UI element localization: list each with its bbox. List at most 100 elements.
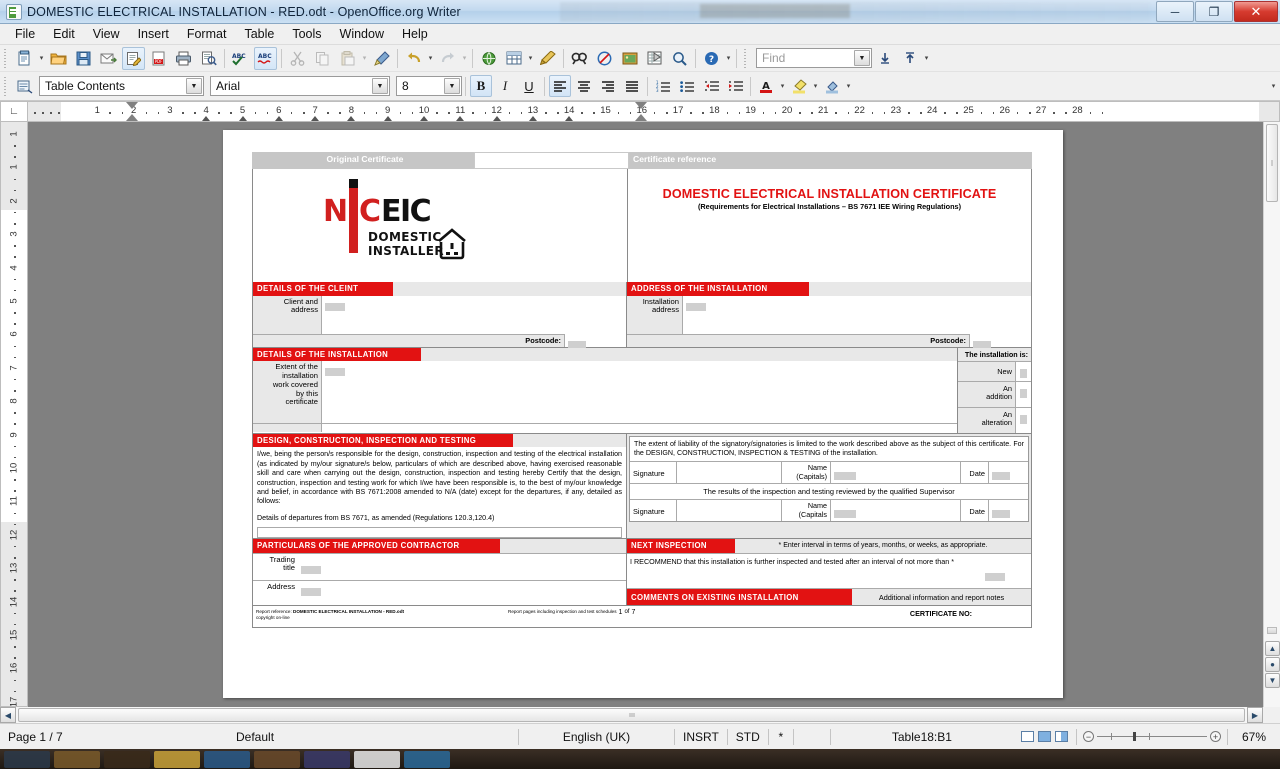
undo-dropdown-caret[interactable]: ▾ (426, 47, 435, 70)
status-page-style[interactable]: Default (228, 728, 518, 746)
menu-table[interactable]: Table (235, 25, 283, 43)
paragraph-style-caret[interactable]: ▼ (186, 78, 202, 94)
book-view-icon[interactable] (1055, 731, 1068, 742)
status-selection-mode[interactable]: STD (728, 728, 768, 746)
new-document-dropdown-caret[interactable]: ▾ (37, 47, 46, 70)
data-sources-icon[interactable] (643, 47, 666, 70)
bold-button[interactable]: B (470, 75, 492, 97)
date-input-1[interactable] (988, 462, 1028, 484)
autospellcheck-icon[interactable]: ABC (254, 46, 277, 70)
font-color-button[interactable]: A (755, 75, 777, 97)
find-previous-icon[interactable] (873, 47, 896, 70)
spelling-icon[interactable]: ABC (229, 47, 252, 70)
open-document-icon[interactable] (47, 47, 70, 70)
find-input[interactable]: Find ▼ (756, 48, 872, 68)
installation-type-option-alteration[interactable]: An alteration (958, 406, 1031, 433)
date-input-2[interactable] (988, 500, 1028, 522)
right-indent-marker[interactable] (635, 114, 647, 121)
ruler-tab-stop[interactable] (347, 116, 356, 121)
horizontal-scroll-thumb[interactable] (18, 708, 1245, 722)
design-departures-input[interactable] (257, 526, 622, 538)
previous-page-button[interactable]: ▲ (1265, 641, 1280, 656)
left-indent-marker[interactable] (126, 114, 138, 121)
cut-icon[interactable] (286, 47, 309, 70)
nonprinting-chars-icon[interactable] (593, 47, 616, 70)
print-icon[interactable] (172, 47, 195, 70)
decrease-indent-button[interactable] (700, 75, 722, 97)
formatting-toolbar-grip[interactable] (2, 76, 9, 96)
ruler-tab-stop[interactable] (274, 116, 283, 121)
next-inspection-interval-input[interactable] (627, 566, 1031, 588)
option-new-checkbox[interactable] (1015, 361, 1031, 381)
zoom-handle[interactable] (1133, 732, 1136, 741)
insert-table-icon[interactable] (502, 47, 525, 70)
paste-dropdown-caret[interactable]: ▾ (360, 47, 369, 70)
find-replace-icon[interactable] (568, 47, 591, 70)
formatting-overflow-caret[interactable]: ▾ (1269, 75, 1278, 98)
minimize-button[interactable]: ─ (1156, 1, 1194, 22)
status-signature[interactable] (794, 728, 830, 746)
zoom-magnifier-icon[interactable] (668, 47, 691, 70)
zoom-slider[interactable]: − + (1077, 731, 1227, 742)
signature-input-1[interactable] (676, 462, 782, 484)
ruler-tab-stop[interactable] (492, 116, 501, 121)
scroll-left-button[interactable]: ◀ (0, 707, 16, 723)
status-modified-flag[interactable]: * (769, 728, 793, 746)
background-color-caret[interactable]: ▾ (844, 75, 853, 98)
find-next-icon[interactable] (898, 47, 921, 70)
find-toolbar-overflow-caret[interactable]: ▾ (922, 47, 931, 70)
name-input-1[interactable] (830, 462, 960, 484)
option-alteration-checkbox[interactable] (1015, 407, 1031, 433)
status-insert-mode[interactable]: INSRT (675, 728, 727, 746)
paragraph-style-combo[interactable]: Table Contents ▼ (39, 76, 204, 96)
print-preview-icon[interactable] (197, 47, 220, 70)
edit-file-icon[interactable] (122, 46, 145, 70)
increase-indent-button[interactable] (724, 75, 746, 97)
installation-extent-input[interactable] (321, 361, 957, 424)
font-name-caret[interactable]: ▼ (372, 78, 388, 94)
client-postcode-input[interactable] (564, 334, 626, 349)
installation-postcode-input[interactable] (969, 334, 1031, 349)
copy-icon[interactable] (311, 47, 334, 70)
undo-icon[interactable] (402, 47, 425, 70)
menu-window[interactable]: Window (331, 25, 393, 43)
justify-button[interactable] (621, 75, 643, 97)
new-document-icon[interactable] (13, 47, 36, 70)
hyperlink-icon[interactable] (477, 47, 500, 70)
insert-table-dropdown-caret[interactable]: ▾ (526, 47, 535, 70)
toolbar-overflow-caret[interactable]: ▾ (724, 47, 733, 70)
horizontal-scroll-track[interactable] (16, 707, 1247, 723)
redo-dropdown-caret[interactable]: ▾ (460, 47, 469, 70)
zoom-out-button[interactable]: − (1083, 731, 1094, 742)
single-page-view-icon[interactable] (1021, 731, 1034, 742)
font-size-combo[interactable]: 8 ▼ (396, 76, 462, 96)
status-zoom-level[interactable]: 67% (1228, 728, 1280, 746)
option-addition-checkbox[interactable] (1015, 381, 1031, 407)
menu-tools[interactable]: Tools (283, 25, 330, 43)
font-name-combo[interactable]: Arial ▼ (210, 76, 390, 96)
ruler-tab-stop[interactable] (238, 116, 247, 121)
ruler-tab-stop[interactable] (456, 116, 465, 121)
bullet-list-button[interactable] (676, 75, 698, 97)
next-page-button[interactable]: ▼ (1265, 673, 1280, 688)
redo-icon[interactable] (436, 47, 459, 70)
export-pdf-icon[interactable]: PDF (147, 47, 170, 70)
paste-icon[interactable] (336, 47, 359, 70)
scroll-right-button[interactable]: ▶ (1247, 707, 1263, 723)
ruler-tab-stop[interactable] (383, 116, 392, 121)
ruler-corner-tab-selector[interactable]: ∟ (0, 101, 28, 122)
menu-insert[interactable]: Insert (129, 25, 178, 43)
apply-style-icon[interactable] (13, 75, 36, 98)
vertical-scroll-thumb[interactable] (1266, 124, 1278, 202)
menu-edit[interactable]: Edit (44, 25, 84, 43)
client-address-input[interactable] (321, 295, 626, 334)
document-page[interactable]: Original Certificate Certificate referen… (223, 130, 1063, 698)
menu-help[interactable]: Help (393, 25, 437, 43)
status-object-info[interactable]: Table18:B1 (831, 728, 1013, 746)
close-button[interactable]: ✕ (1234, 1, 1278, 22)
highlight-color-caret[interactable]: ▾ (811, 75, 820, 98)
document-canvas[interactable]: Original Certificate Certificate referen… (28, 122, 1263, 707)
ruler-tab-stop[interactable] (420, 116, 428, 121)
menu-file[interactable]: File (6, 25, 44, 43)
save-icon[interactable] (72, 47, 95, 70)
